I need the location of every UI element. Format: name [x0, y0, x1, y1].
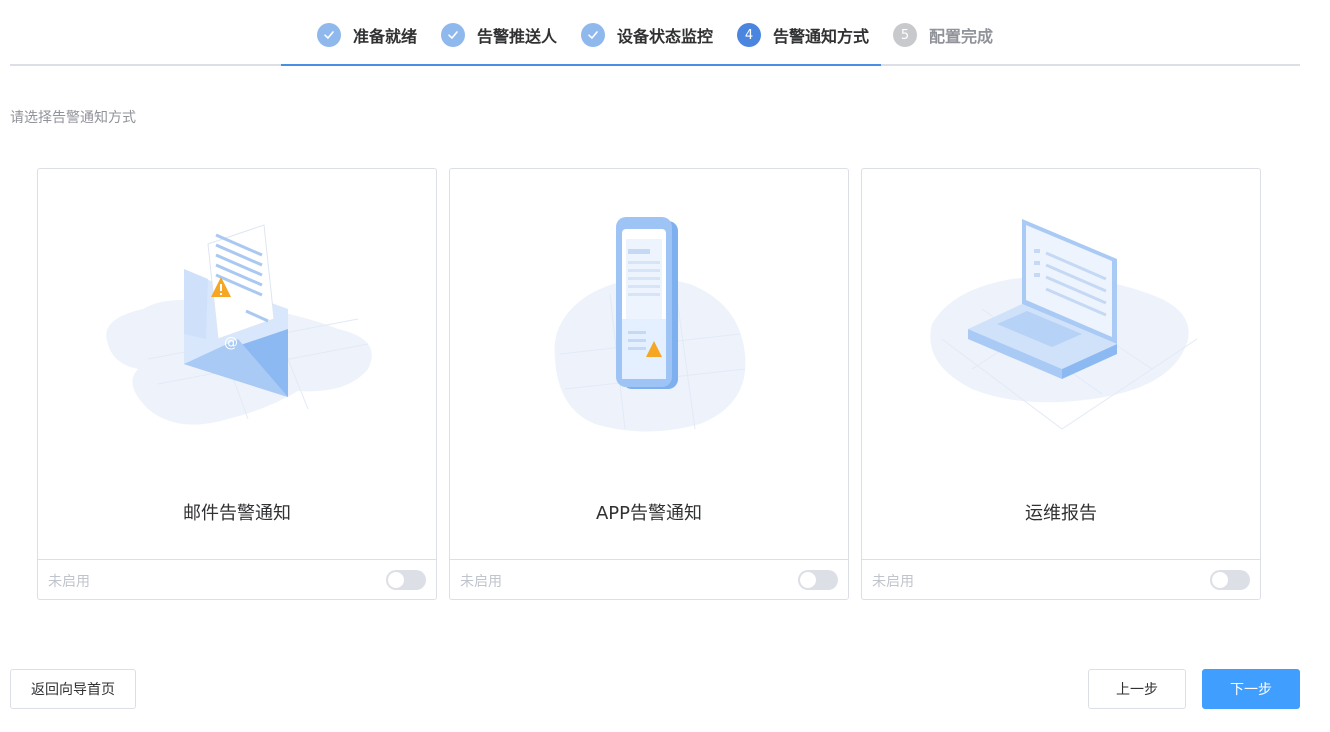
card-footer: 未启用 [38, 559, 436, 599]
check-icon [581, 23, 605, 47]
app-alert-toggle[interactable] [798, 570, 838, 590]
step-label: 准备就绪 [353, 27, 418, 46]
check-icon [317, 23, 341, 47]
steps-bar: 准备就绪 告警推送人 设备状态监控 4 告警通知方式 5 配置完成 [10, 0, 1300, 66]
step-device-monitor[interactable]: 设备状态监控 [581, 22, 713, 48]
toggle-knob [388, 572, 404, 588]
check-icon [441, 23, 465, 47]
card-footer: 未启用 [862, 559, 1260, 599]
step-alert-recipients[interactable]: 告警推送人 [441, 22, 557, 48]
card-title: 邮件告警通知 [183, 503, 291, 524]
step-ready[interactable]: 准备就绪 [317, 22, 417, 48]
step-notify-method[interactable]: 4 告警通知方式 [737, 22, 869, 48]
step-number: 4 [737, 23, 761, 47]
phone-alert-illustration [554, 217, 746, 432]
card-email-alert[interactable]: @ 邮件告警通知 未启用 [37, 168, 437, 600]
step-label: 配置完成 [929, 27, 994, 46]
back-to-guide-home-button[interactable]: 返回向导首页 [10, 669, 136, 709]
toggle-knob [1212, 572, 1228, 588]
step-label: 告警推送人 [477, 27, 558, 46]
svg-text:@: @ [224, 335, 238, 351]
page-hint: 请选择告警通知方式 [10, 110, 136, 126]
step-number: 5 [893, 23, 917, 47]
card-ops-report[interactable]: 运维报告 未启用 [861, 168, 1261, 600]
toggle-knob [800, 572, 816, 588]
status-text: 未启用 [872, 574, 914, 590]
email-alert-illustration: @ [106, 224, 372, 425]
status-text: 未启用 [460, 574, 502, 590]
card-title: APP告警通知 [595, 503, 703, 524]
step-label: 告警通知方式 [773, 27, 870, 46]
step-label: 设备状态监控 [617, 27, 714, 46]
laptop-report-illustration [930, 219, 1198, 430]
email-alert-toggle[interactable] [386, 570, 426, 590]
status-text: 未启用 [48, 574, 90, 590]
card-footer: 未启用 [450, 559, 848, 599]
steps-active-line [281, 64, 881, 66]
prev-step-button[interactable]: 上一步 [1088, 669, 1186, 709]
next-step-button[interactable]: 下一步 [1202, 669, 1300, 709]
card-app-alert[interactable]: APP告警通知 未启用 [449, 168, 849, 600]
card-title: 运维报告 [1025, 503, 1097, 524]
step-config-done[interactable]: 5 配置完成 [893, 22, 993, 48]
ops-report-toggle[interactable] [1210, 570, 1250, 590]
